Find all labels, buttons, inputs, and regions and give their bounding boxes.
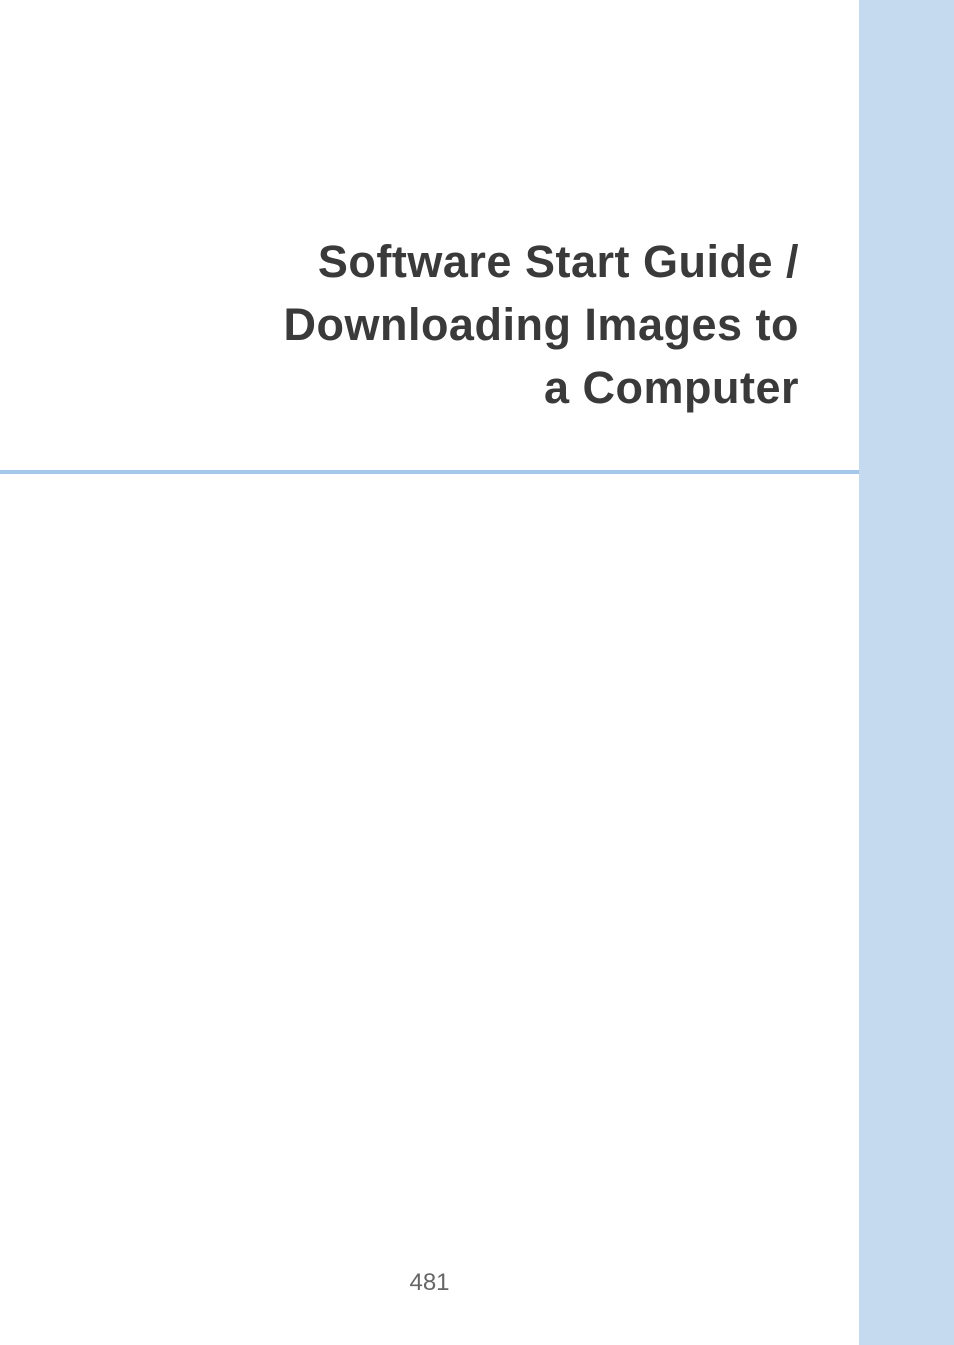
page-number: 481 <box>0 1269 859 1297</box>
title-line-3: a Computer <box>283 356 799 419</box>
side-accent-bar <box>859 0 954 1345</box>
chapter-title: Software Start Guide / Downloading Image… <box>283 230 799 419</box>
title-line-2: Downloading Images to <box>283 293 799 356</box>
content-area: Software Start Guide / Downloading Image… <box>0 0 859 1345</box>
title-line-1: Software Start Guide / <box>283 230 799 293</box>
horizontal-divider <box>0 470 859 474</box>
